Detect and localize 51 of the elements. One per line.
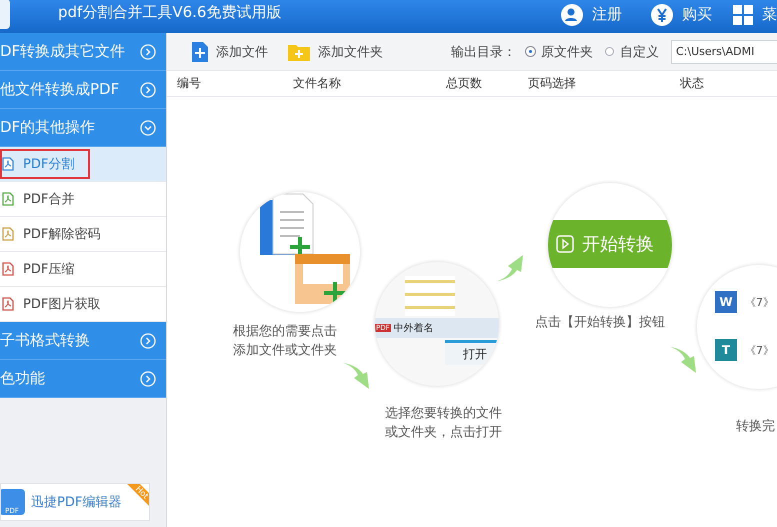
path-field[interactable]: C:\Users\ADMI	[671, 40, 777, 64]
sidebar-group-header[interactable]: DF转换成其它文件	[0, 33, 166, 71]
curved-arrow-icon	[670, 347, 696, 373]
sidebar-group-header[interactable]: 他文件转换成PDF	[0, 71, 166, 109]
add-folder-button[interactable]: 添加文件夹	[288, 42, 383, 60]
step-caption: 或文件夹，点击打开	[385, 424, 502, 442]
column-header: 状态	[680, 75, 705, 92]
app-logo	[0, 0, 10, 28]
blurred-folder-list	[405, 276, 455, 316]
document-icon: T	[715, 339, 737, 361]
column-header: 文件名称	[293, 75, 342, 92]
column-header: 总页数	[446, 75, 483, 92]
buy-button[interactable]: 购买	[650, 2, 712, 26]
file-name: 《7》	[745, 342, 774, 358]
curved-arrow-icon	[497, 255, 523, 281]
file-name: 中外着名	[394, 322, 434, 335]
column-header: 编号	[177, 75, 202, 92]
sidebar-item[interactable]: PDF压缩	[0, 252, 166, 287]
radio-option[interactable]: 原文件夹	[526, 42, 593, 60]
file-name: 《7》	[745, 294, 774, 310]
pdf-file-icon	[2, 157, 14, 171]
pdf-file-icon	[2, 262, 14, 276]
sidebar-group-header[interactable]: 子书格式转换	[0, 322, 166, 360]
step-caption: 选择您要转换的文件	[385, 405, 502, 423]
promo-label: 迅捷PDF编辑器	[31, 494, 122, 511]
sidebar-item[interactable]: PDF解除密码	[0, 217, 166, 252]
register-button[interactable]: 注册	[560, 2, 622, 26]
sidebar-group-header[interactable]: DF的其他操作	[0, 109, 166, 147]
play-icon	[556, 235, 574, 253]
document-icon: W	[715, 291, 737, 313]
sidebar-group-header[interactable]: 色功能	[0, 360, 166, 398]
pdf-file-icon	[2, 227, 14, 241]
pdf-file-icon	[2, 297, 14, 311]
column-header: 页码选择	[528, 75, 577, 92]
curved-arrow-icon	[343, 363, 369, 389]
menu-button[interactable]: 菜	[732, 4, 777, 26]
step-caption: 根据您的需要点击	[233, 323, 337, 341]
grid-icon	[732, 4, 754, 26]
radio-option[interactable]: 自定义	[605, 42, 659, 60]
sidebar-item[interactable]: PDF合并	[0, 182, 166, 217]
step-caption: 点击【开始转换】按钮	[535, 314, 665, 332]
pdf-file-icon	[2, 192, 14, 206]
output-label: 输出目录：	[451, 44, 516, 60]
window-title: pdf分割合并工具V6.6免费试用版	[58, 3, 282, 22]
add-file-button[interactable]: 添加文件	[192, 42, 268, 62]
sidebar-item[interactable]: PDF分割	[0, 147, 166, 182]
file-plus-icon	[192, 42, 208, 62]
sidebar-item[interactable]: PDF图片获取	[0, 287, 166, 322]
step-caption: 添加文件或文件夹	[233, 342, 337, 360]
folder-plus-icon	[288, 42, 310, 60]
step-caption: 转换完	[736, 418, 775, 436]
